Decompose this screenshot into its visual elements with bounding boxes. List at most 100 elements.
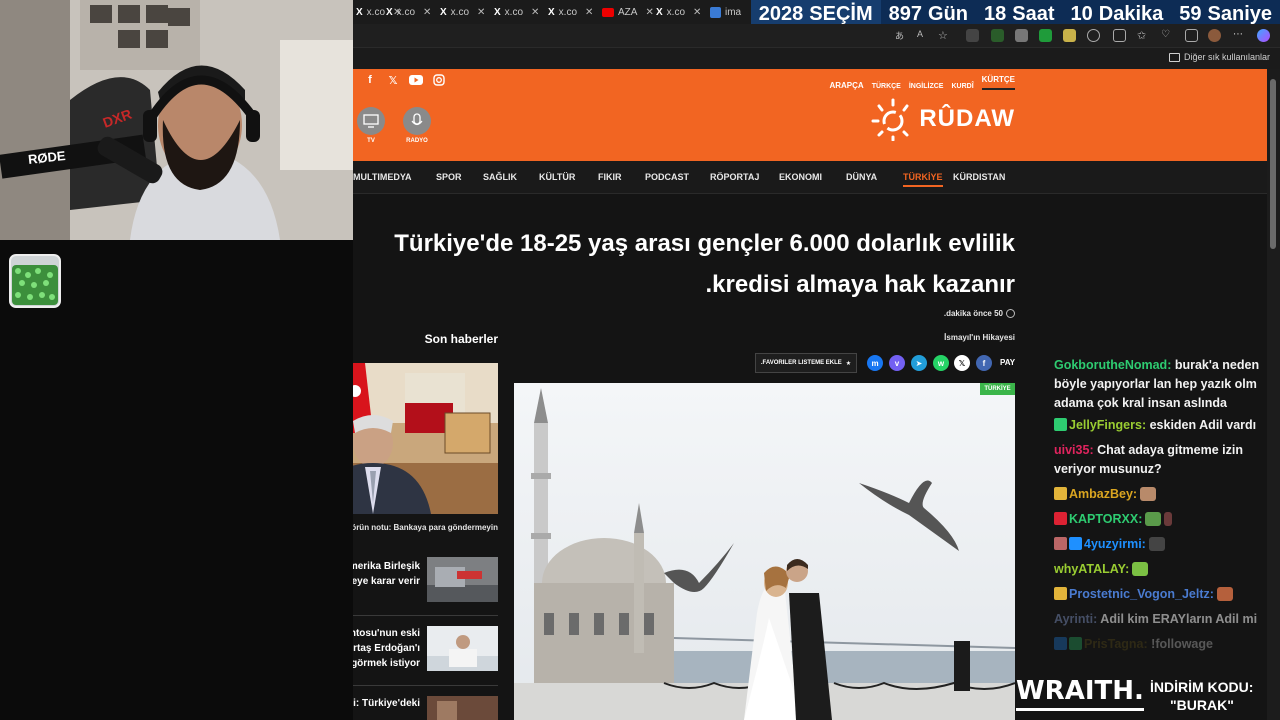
- stream-overlay-left: [0, 240, 353, 720]
- discount-code-label: İNDİRİM KODU:: [1150, 679, 1254, 695]
- nav-multimedya[interactable]: MULTIMEDYA: [353, 172, 412, 182]
- x-icon: X: [386, 6, 393, 18]
- sub-goal-jar-icon: [9, 254, 61, 308]
- lang-english[interactable]: İNGİLİZCE: [909, 83, 944, 90]
- viber-share-icon[interactable]: v: [889, 355, 905, 371]
- browser-tab[interactable]: Xx.co ✕: [494, 2, 539, 22]
- microphone-icon: [403, 107, 431, 135]
- prime-badge-icon: [1054, 637, 1067, 650]
- subscriber-badge-icon: [1054, 537, 1067, 550]
- image-icon: [710, 6, 721, 18]
- featured-news-caption[interactable]: .Editörün notu: Bankaya para göndermeyin: [353, 523, 498, 532]
- copilot-icon[interactable]: [1257, 29, 1270, 42]
- browser-tab[interactable]: Xx.co ✕: [386, 2, 431, 22]
- close-icon[interactable]: ✕: [531, 7, 539, 18]
- split-screen-icon[interactable]: [1113, 29, 1126, 42]
- streamer-webcam: DXR RØDE: [0, 0, 353, 240]
- collections-icon[interactable]: [1185, 29, 1198, 42]
- profile-avatar[interactable]: [1208, 29, 1221, 42]
- close-icon[interactable]: ✕: [423, 7, 431, 18]
- article-image[interactable]: [514, 383, 1015, 720]
- subscriber-badge-icon: [1054, 487, 1067, 500]
- emote-icon: [1132, 562, 1149, 576]
- emote-icon: [1148, 537, 1165, 551]
- favorite-star-icon[interactable]: ☆: [938, 29, 951, 42]
- close-icon[interactable]: ✕: [645, 7, 653, 18]
- extension-icon[interactable]: [1015, 29, 1028, 42]
- prime-badge-icon: [1069, 537, 1082, 550]
- nav-roportaj[interactable]: RÖPORTAJ: [710, 172, 759, 182]
- latest-news-title: Son haberler: [424, 332, 498, 346]
- close-icon[interactable]: ✕: [693, 7, 701, 18]
- close-icon[interactable]: ✕: [585, 7, 593, 18]
- nav-spor[interactable]: SPOR: [436, 172, 462, 182]
- lang-turkish[interactable]: TÜRKÇE: [872, 83, 901, 90]
- clock-icon: [1006, 309, 1015, 319]
- telegram-share-icon[interactable]: ➤: [911, 355, 927, 371]
- refresh-extension-icon[interactable]: [1087, 29, 1100, 42]
- youtube-icon[interactable]: [409, 73, 423, 87]
- instagram-icon[interactable]: [432, 73, 446, 87]
- nav-kurdistan[interactable]: KÜRDISTAN: [953, 172, 1005, 182]
- x-icon: X: [356, 6, 363, 18]
- heart-icon[interactable]: ♡: [1161, 29, 1174, 42]
- translate-icon[interactable]: あ: [895, 29, 908, 42]
- x-icon[interactable]: 𝕏: [386, 73, 400, 87]
- facebook-icon[interactable]: f: [363, 73, 377, 87]
- news-item[interactable]: Oturur ve Amerika Birleşik .Devletleri'n…: [353, 553, 498, 615]
- whatsapp-share-icon[interactable]: w: [933, 355, 949, 371]
- other-favorites-folder[interactable]: Diğer sık kullanılanlar: [1168, 52, 1270, 62]
- extension-icon[interactable]: [1039, 29, 1052, 42]
- lang-kurdish[interactable]: KÜRTÇE: [981, 75, 1015, 90]
- news-thumbnail: [427, 626, 498, 671]
- news-item[interactable]: Savaş Esiri: Türkiye'deki: [353, 685, 498, 720]
- chat-message: PrisTagna: !followage: [1054, 635, 1274, 654]
- extension-icon[interactable]: [991, 29, 1004, 42]
- emote-icon: [1216, 587, 1233, 601]
- star-icon: ★: [845, 360, 852, 367]
- nav-podcast[interactable]: PODCAST: [645, 172, 689, 182]
- nav-saglik[interactable]: SAĞLIK: [483, 172, 517, 182]
- browser-tab[interactable]: ima: [710, 2, 741, 22]
- news-thumbnail: [427, 557, 498, 602]
- browser-tab[interactable]: Xx.co ✕: [440, 2, 485, 22]
- close-icon[interactable]: ✕: [477, 7, 485, 18]
- x-icon: X: [494, 6, 501, 18]
- nav-turkiye[interactable]: TÜRKİYE: [903, 172, 943, 187]
- featured-news-image[interactable]: [353, 363, 498, 514]
- news-item[interactable]: Türk Parlamentosu'nun eski Başkanı: Demi…: [353, 615, 498, 685]
- lang-kurdi[interactable]: KURDÎ: [951, 83, 973, 90]
- facebook-share-icon[interactable]: f: [976, 355, 992, 371]
- chat-message: whyATALAY:: [1054, 560, 1274, 579]
- browser-tab[interactable]: AZA ✕: [602, 2, 654, 22]
- lang-arabic[interactable]: ARAPÇA: [829, 81, 863, 90]
- nav-dunya[interactable]: DÜNYA: [846, 172, 877, 182]
- more-menu-icon[interactable]: ⋯: [1233, 29, 1246, 42]
- extension-icon[interactable]: [966, 29, 979, 42]
- favorites-icon[interactable]: ✩: [1137, 29, 1150, 42]
- site-header: f 𝕏 ARAPÇA TÜRKÇE İNGİLİZCE KURDÎ KÜRTÇE…: [353, 69, 1267, 161]
- messenger-share-icon[interactable]: m: [867, 355, 883, 371]
- category-badge[interactable]: TÜRKİYE: [980, 383, 1015, 395]
- extension-icon[interactable]: [1063, 29, 1076, 42]
- x-icon: X: [548, 6, 555, 18]
- nav-fikir[interactable]: FIKIR: [598, 172, 622, 182]
- x-share-icon[interactable]: 𝕏: [954, 355, 970, 371]
- nav-kultur[interactable]: KÜLTÜR: [539, 172, 575, 182]
- subscriber-badge-icon: [1069, 637, 1082, 650]
- add-to-favorites-button[interactable]: .FAVORILER LISTEME EKLE ★: [755, 353, 857, 373]
- chat-message: AmbazBey:: [1054, 485, 1274, 504]
- read-aloud-icon[interactable]: A: [917, 29, 930, 42]
- sponsor-brand: WRAITH.: [1016, 676, 1144, 706]
- browser-tab[interactable]: Xx.co ✕: [656, 2, 701, 22]
- scrollbar-thumb[interactable]: [1270, 79, 1276, 249]
- rudaw-logo[interactable]: RÛDAW: [871, 97, 1015, 141]
- article-headline: Türkiye'de 18-25 yaş arası gençler 6.000…: [394, 230, 1015, 298]
- tv-button[interactable]: TV: [357, 107, 385, 144]
- x-icon: X: [656, 6, 663, 18]
- browser-tab[interactable]: Xx.co ✕: [548, 2, 593, 22]
- nav-ekonomi[interactable]: EKONOMI: [779, 172, 822, 182]
- article-author[interactable]: İsmayıl'ın Hikayesi: [944, 333, 1015, 342]
- radio-button[interactable]: RADYO: [403, 107, 431, 144]
- news-title: Türk Parlamentosu'nun eski Başkanı: Demi…: [353, 628, 420, 669]
